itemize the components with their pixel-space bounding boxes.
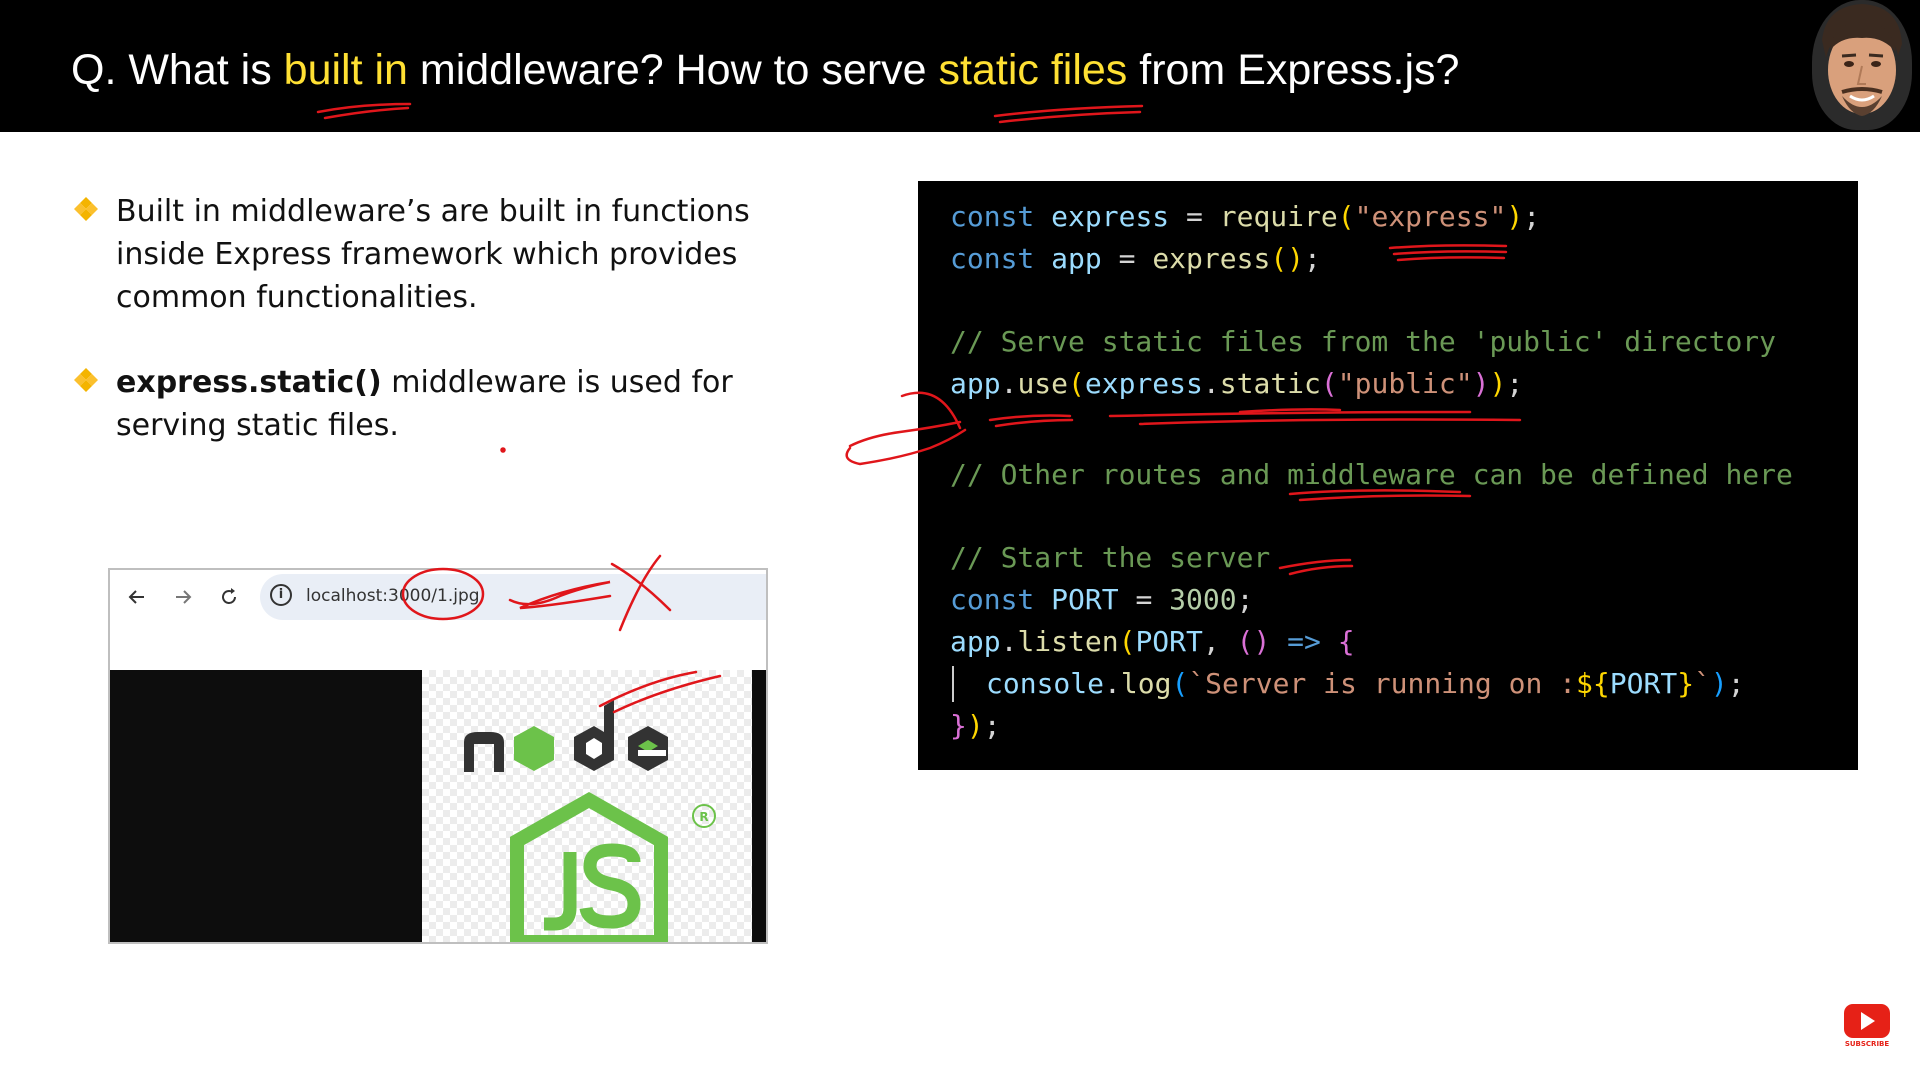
youtube-play-icon[interactable] bbox=[1842, 1002, 1892, 1042]
bullet-item: express.static() middleware is used for … bbox=[72, 361, 752, 447]
title-highlight-built-in: built in bbox=[283, 46, 408, 94]
code-panel: const express = require("express"); cons… bbox=[918, 181, 1858, 770]
reload-icon[interactable] bbox=[214, 582, 244, 612]
title-text: from Express.js? bbox=[1127, 46, 1460, 94]
code-comment: // Serve static files from the 'public' … bbox=[950, 325, 1777, 358]
subscribe-label: SUBSCRIBE bbox=[1844, 1040, 1890, 1048]
indent-guide bbox=[952, 666, 954, 702]
title-text: middleware? How to serve bbox=[407, 46, 939, 94]
arrow-left-icon[interactable] bbox=[122, 582, 152, 612]
code-line: app.listen(PORT, () => { bbox=[950, 625, 1355, 658]
code-comment: // Start the server bbox=[950, 541, 1271, 574]
presenter-avatar bbox=[1812, 0, 1912, 130]
title-text: Q. What is bbox=[71, 46, 284, 94]
browser-toolbar: i localhost:3000/1.jpg bbox=[110, 570, 766, 624]
title-highlight-static-files: static files bbox=[938, 46, 1128, 94]
header-bar: Q. What is built in middleware? How to s… bbox=[0, 0, 1920, 132]
bullet-text: Built in middleware’s are built in funct… bbox=[116, 194, 750, 315]
info-icon[interactable]: i bbox=[270, 584, 292, 606]
code-line: }); bbox=[950, 709, 1001, 742]
browser-viewport: R bbox=[110, 670, 766, 949]
nodejs-logo-image: R bbox=[422, 670, 752, 949]
diamond-bullet-icon bbox=[74, 197, 98, 221]
slide-title: Q. What is built in middleware? How to s… bbox=[71, 46, 1459, 95]
presenter-face-icon bbox=[1812, 0, 1912, 130]
bullet-text: express.static() middleware is used for … bbox=[116, 361, 752, 447]
url-text: localhost:3000/1.jpg bbox=[306, 586, 480, 606]
code-line: const app = express(); bbox=[950, 242, 1321, 275]
arrow-right-icon[interactable] bbox=[168, 582, 198, 612]
diamond-bullet-icon bbox=[74, 368, 98, 392]
bullet-code-term: express.static() bbox=[116, 365, 382, 400]
code-line: app.use(express.static("public")); bbox=[950, 367, 1524, 400]
nodejs-logo-icon: R bbox=[464, 700, 716, 949]
code-line: console.log(`Server is running on :${POR… bbox=[986, 667, 1745, 700]
code-comment: // Other routes and middleware can be de… bbox=[950, 458, 1793, 491]
bullet-item: Built in middleware’s are built in funct… bbox=[72, 190, 752, 319]
svg-text:R: R bbox=[699, 810, 708, 824]
address-bar[interactable]: i localhost:3000/1.jpg bbox=[260, 574, 766, 620]
browser-window: i localhost:3000/1.jpg R bbox=[108, 568, 768, 949]
code-line: const express = require("express"); bbox=[950, 200, 1541, 233]
code-line: const PORT = 3000; bbox=[950, 583, 1254, 616]
bullet-list: Built in middleware’s are built in funct… bbox=[72, 190, 752, 489]
